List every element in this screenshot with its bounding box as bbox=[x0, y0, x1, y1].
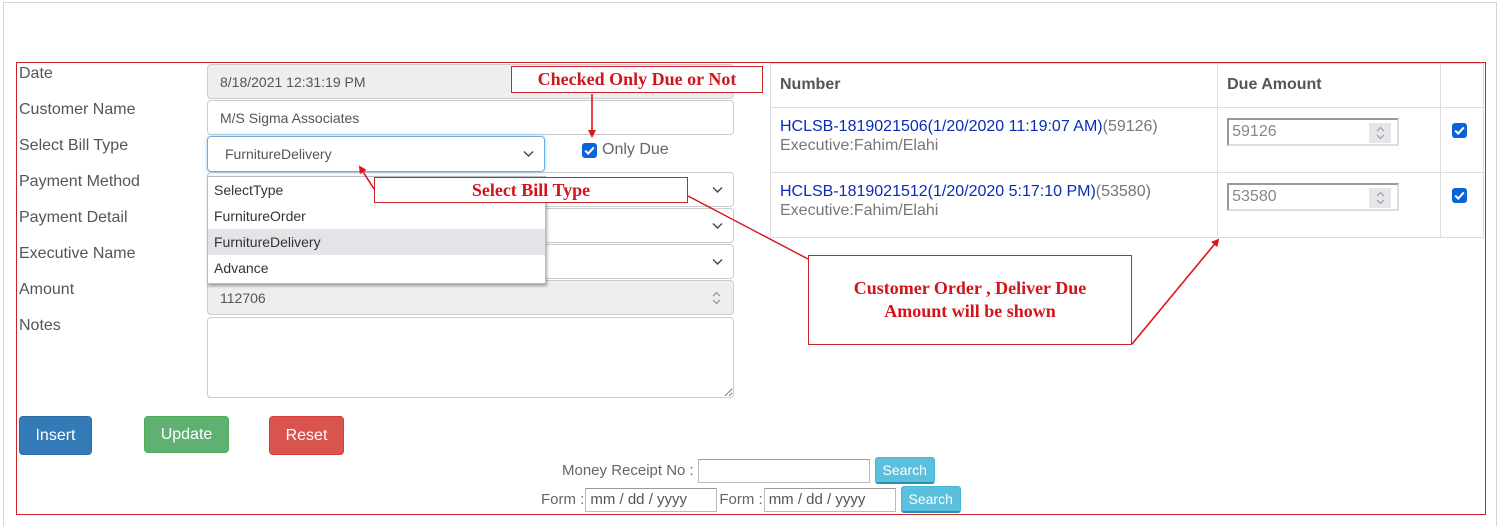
due-amount-value: 59126 bbox=[1232, 123, 1277, 140]
annotation-select-bill-type: Select Bill Type bbox=[374, 177, 688, 203]
customer-name-label: Customer Name bbox=[19, 101, 136, 118]
to-date-input[interactable]: mm / dd / yyyy bbox=[763, 487, 896, 512]
bill-type-select[interactable]: FurnitureDelivery bbox=[207, 136, 545, 172]
select-cell bbox=[1440, 107, 1484, 173]
due-amount-input[interactable]: 59126 bbox=[1227, 118, 1400, 146]
due-amount-value: 53580 bbox=[1232, 188, 1277, 205]
number-spinner-icon[interactable] bbox=[1369, 188, 1392, 208]
bill-number-cell: HCLSB-1819021506(1/20/2020 11:19:07 AM)(… bbox=[769, 107, 1219, 173]
only-due-label: Only Due bbox=[602, 141, 669, 158]
amount-field[interactable]: 112706 bbox=[207, 280, 734, 315]
money-receipt-search-button[interactable]: Search bbox=[874, 457, 935, 484]
bill-type-option[interactable]: Advance bbox=[208, 255, 545, 281]
row-select-checkbox[interactable] bbox=[1452, 123, 1468, 138]
to-date-placeholder: mm / dd / yyyy bbox=[768, 491, 866, 508]
from-date-input[interactable]: mm / dd / yyyy bbox=[585, 487, 718, 512]
bill-number-cell: HCLSB-1819021512(1/20/2020 5:17:10 PM)(5… bbox=[769, 172, 1219, 238]
notes-textarea[interactable] bbox=[207, 317, 734, 398]
checkbox-checked-icon[interactable] bbox=[582, 142, 597, 158]
money-receipt-input[interactable] bbox=[697, 458, 870, 483]
date-value: 8/18/2021 12:31:19 PM bbox=[220, 73, 366, 90]
annotation-customer-order: Customer Order , Deliver Due Amount will… bbox=[808, 255, 1132, 345]
bill-type-label: Select Bill Type bbox=[19, 137, 129, 154]
customer-name-field[interactable]: M/S Sigma Associates bbox=[207, 100, 734, 135]
insert-button[interactable]: Insert bbox=[19, 416, 92, 455]
amount-value: 112706 bbox=[220, 289, 266, 306]
date-range-search-button[interactable]: Search bbox=[900, 486, 961, 513]
due-amount-column-header: Due Amount bbox=[1217, 63, 1442, 108]
payment-detail-label: Payment Detail bbox=[19, 209, 128, 226]
chevron-down-icon bbox=[712, 258, 723, 265]
chevron-down-icon bbox=[712, 186, 723, 193]
select-column-header bbox=[1440, 63, 1484, 108]
from-date-placeholder: mm / dd / yyyy bbox=[590, 491, 688, 508]
only-due-checkbox[interactable]: Only Due bbox=[582, 141, 669, 159]
row-select-checkbox[interactable] bbox=[1452, 188, 1468, 203]
annotation-customer-order-line2: Amount will be shown bbox=[884, 301, 1056, 321]
annotation-checked-only-due: Checked Only Due or Not bbox=[511, 66, 763, 93]
table-row: HCLSB-1819021512(1/20/2020 5:17:10 PM)(5… bbox=[769, 172, 1484, 238]
number-spinner-icon[interactable] bbox=[709, 289, 723, 307]
bill-executive: Executive:Fahim/Elahi bbox=[780, 202, 939, 219]
bill-number-link[interactable]: HCLSB-1819021512(1/20/2020 5:17:10 PM) bbox=[780, 183, 1096, 200]
due-amount-cell: 53580 bbox=[1217, 172, 1442, 238]
executive-name-label: Executive Name bbox=[19, 245, 136, 262]
bill-executive: Executive:Fahim/Elahi bbox=[780, 137, 939, 154]
update-button[interactable]: Update bbox=[144, 416, 229, 453]
select-cell bbox=[1440, 172, 1484, 238]
form-date-label-1: Form : bbox=[541, 491, 585, 508]
date-label: Date bbox=[19, 65, 53, 82]
due-bills-table: Number Due Amount HCLSB-1819021506(1/20/… bbox=[769, 63, 1484, 238]
bill-type-value: FurnitureDelivery bbox=[225, 146, 332, 162]
money-receipt-label: Money Receipt No : bbox=[562, 462, 694, 479]
amount-label: Amount bbox=[19, 281, 75, 298]
customer-name-value: M/S Sigma Associates bbox=[220, 109, 360, 126]
bill-total: (59126) bbox=[1102, 118, 1158, 135]
number-column-header: Number bbox=[769, 63, 1219, 108]
annotation-customer-order-line1: Customer Order , Deliver Due bbox=[853, 278, 1087, 298]
chevron-down-icon bbox=[523, 151, 534, 158]
date-range-search-row: Form : mm / dd / yyyy Form : mm / dd / y… bbox=[541, 486, 961, 513]
chevron-down-icon bbox=[712, 222, 723, 229]
due-amount-input[interactable]: 53580 bbox=[1227, 183, 1400, 211]
form-date-label-2: Form : bbox=[719, 491, 763, 508]
reset-button[interactable]: Reset bbox=[269, 416, 344, 455]
payment-method-label: Payment Method bbox=[19, 173, 140, 190]
table-row: HCLSB-1819021506(1/20/2020 11:19:07 AM)(… bbox=[769, 107, 1484, 173]
number-spinner-icon[interactable] bbox=[1369, 123, 1392, 143]
bill-total: (53580) bbox=[1095, 183, 1151, 200]
bill-type-option-highlighted[interactable]: FurnitureDelivery bbox=[208, 229, 545, 255]
notes-label: Notes bbox=[19, 317, 61, 334]
bill-number-link[interactable]: HCLSB-1819021506(1/20/2020 11:19:07 AM) bbox=[780, 118, 1103, 135]
bill-type-option[interactable]: FurnitureOrder bbox=[208, 203, 545, 229]
due-amount-cell: 59126 bbox=[1217, 107, 1442, 173]
table-header-row: Number Due Amount bbox=[769, 63, 1484, 108]
money-receipt-search-row: Money Receipt No : Search bbox=[562, 457, 935, 484]
